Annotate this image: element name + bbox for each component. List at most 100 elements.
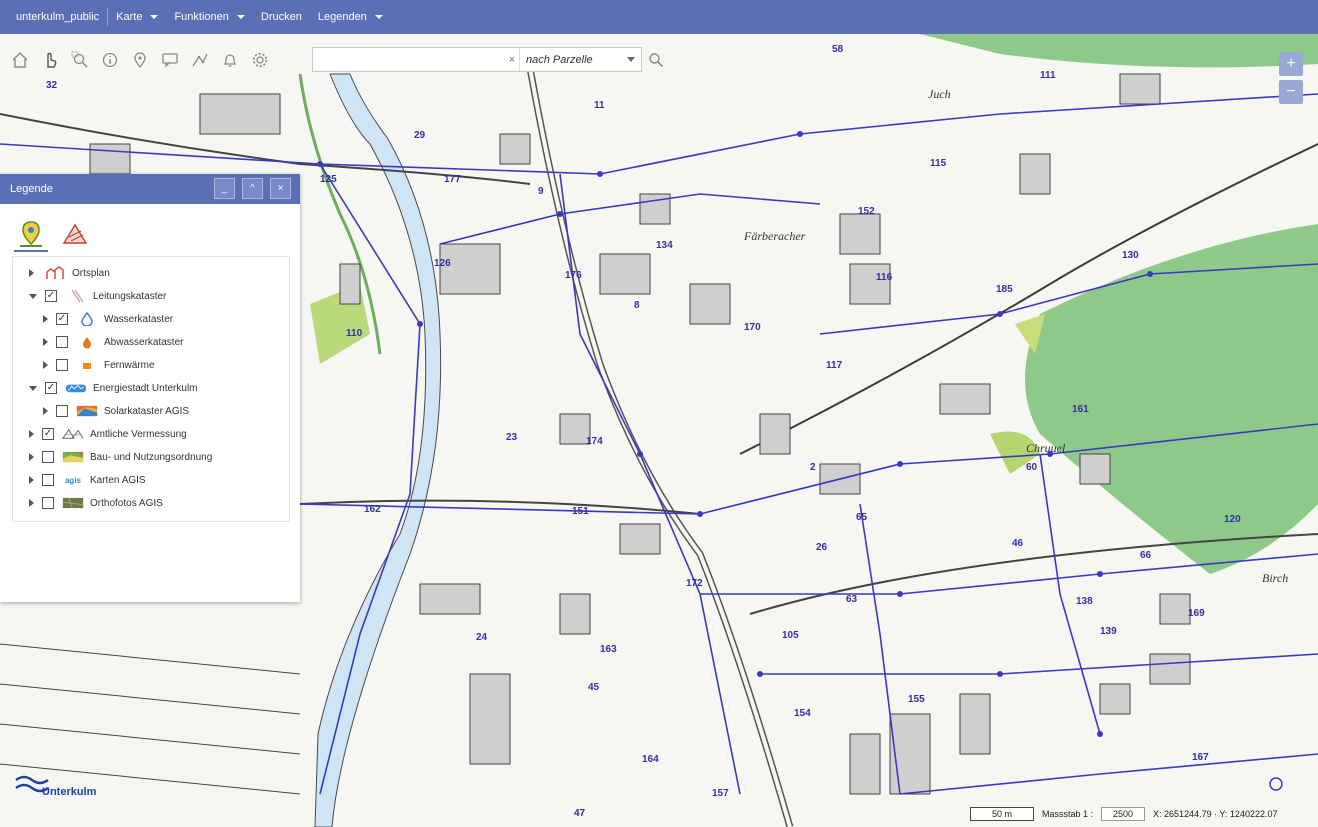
menu-drucken[interactable]: Drucken [253,0,310,34]
parcel-search: × nach Parzelle [312,47,642,72]
menu-karte[interactable]: Karte [108,0,166,34]
layer-checkbox[interactable]: ✓ [42,428,54,440]
parcel-label: 11 [594,100,605,111]
parcel-label: 170 [744,322,761,333]
search-input[interactable] [317,48,505,71]
project-title[interactable]: unterkulm_public [8,0,107,34]
tab-layers[interactable] [14,218,48,252]
layer-row-solarkataster[interactable]: Solarkataster AGIS [43,401,189,421]
tab-tools[interactable] [58,218,92,250]
heat-square-icon [76,358,98,372]
district-label: Juch [928,87,951,101]
location-pin-icon[interactable] [126,46,154,74]
coordinate-readout: X: 2651244.79 · Y: 1240222.07 [1153,809,1278,819]
logo-text: Unterkulm [42,786,97,798]
layer-checkbox[interactable] [42,451,54,463]
comment-icon[interactable] [156,46,184,74]
layer-label: Bau- und Nutzungsordnung [90,451,213,463]
expand-toggle[interactable] [29,430,34,438]
layer-checkbox[interactable] [56,336,68,348]
measure-icon[interactable] [186,46,214,74]
menu-label: Drucken [260,11,302,23]
parcel-label: 176 [565,270,582,281]
parcel-label: 163 [600,644,617,655]
layer-checkbox[interactable]: ✓ [56,313,68,325]
expand-toggle[interactable] [43,338,48,346]
water-drop-icon [76,312,98,326]
layer-label: Wasserkataster [104,313,174,325]
close-button[interactable]: × [270,178,291,199]
parcel-label: 116 [876,272,893,283]
layer-row-energiestadt[interactable]: ✓ Energiestadt Unterkulm [29,378,198,398]
expand-toggle[interactable] [29,453,34,461]
expand-toggle[interactable] [29,499,34,507]
layer-row-bau-nutzungsordnung[interactable]: Bau- und Nutzungsordnung [29,447,212,467]
menu-funktionen[interactable]: Funktionen [166,0,252,34]
layer-label: Ortsplan [72,267,110,279]
layer-row-leitungskataster[interactable]: ✓ Leitungskataster [29,286,166,306]
clear-icon[interactable]: × [505,54,519,66]
gear-icon[interactable] [246,46,274,74]
layer-row-karten-agis[interactable]: agis Karten AGIS [29,470,146,490]
search-mode-select[interactable]: nach Parzelle [519,48,641,71]
chevron-down-icon [374,15,383,19]
zoom-box-icon[interactable] [66,46,94,74]
info-icon[interactable] [96,46,124,74]
layer-checkbox[interactable]: ✓ [45,290,57,302]
legend-header[interactable]: Legende _ ^ × [0,174,300,204]
expand-toggle[interactable] [29,293,37,299]
parcel-label: 105 [782,630,799,641]
parcel-label: 151 [572,506,589,517]
expand-toggle[interactable] [43,407,48,415]
layer-row-amtliche-vermessung[interactable]: ✓ Amtliche Vermessung [29,424,187,444]
menu-label: Legenden [317,11,367,23]
expand-toggle[interactable] [43,361,48,369]
parcel-label: 154 [794,708,811,719]
expand-toggle[interactable] [29,476,34,484]
parcel-label: 23 [506,432,518,443]
parcel-label: 2 [810,462,816,473]
parcel-label: 155 [908,694,925,705]
search-button[interactable] [644,47,668,72]
layer-row-abwasserkataster[interactable]: Abwasserkataster [43,332,183,352]
layer-label: Solarkataster AGIS [104,405,190,417]
scale-bar: 50 m [970,807,1034,821]
parcel-label: 66 [1140,550,1152,561]
hand-pointer-icon[interactable] [36,46,64,74]
layer-row-wasserkataster[interactable]: ✓ Wasserkataster [43,309,173,329]
layer-row-orthofotos-agis[interactable]: Orthofotos AGIS [29,493,163,513]
menu-legenden[interactable]: Legenden [310,0,391,34]
layers-pin-icon [20,221,42,247]
map-tools-icon [62,223,88,244]
layer-checkbox[interactable]: ✓ [45,382,57,394]
pipe-icon [65,289,87,303]
layer-row-fernwaerme[interactable]: Fernwärme [43,355,155,375]
parcel-label: 164 [642,754,659,765]
layer-row-ortsplan[interactable]: Ortsplan [29,263,110,283]
layer-label: Fernwärme [104,359,155,371]
expand-toggle[interactable] [29,269,34,277]
home-icon[interactable] [6,46,34,74]
zoom-out-button[interactable]: − [1279,80,1303,104]
parcel-label: 185 [996,284,1013,295]
parcel-label: 152 [858,206,875,217]
expand-toggle[interactable] [43,315,48,323]
parcel-label: 111 [1040,70,1056,81]
minimize-button[interactable]: _ [214,178,235,199]
layer-checkbox[interactable] [42,497,54,509]
scale-input[interactable]: 2500 [1101,807,1146,821]
layer-checkbox[interactable] [56,405,68,417]
expand-toggle[interactable] [29,385,37,391]
layer-label: Orthofotos AGIS [90,497,163,509]
search-icon [649,52,664,67]
parcel-label: 157 [712,788,729,799]
collapse-button[interactable]: ^ [242,178,263,199]
wastewater-drop-icon [76,335,98,349]
parcel-label: 8 [634,300,640,311]
parcel-label: 162 [364,504,381,515]
bell-icon[interactable] [216,46,244,74]
zoom-in-button[interactable]: + [1279,52,1303,76]
layer-checkbox[interactable] [42,474,54,486]
parcel-label: 161 [1072,404,1089,415]
layer-checkbox[interactable] [56,359,68,371]
